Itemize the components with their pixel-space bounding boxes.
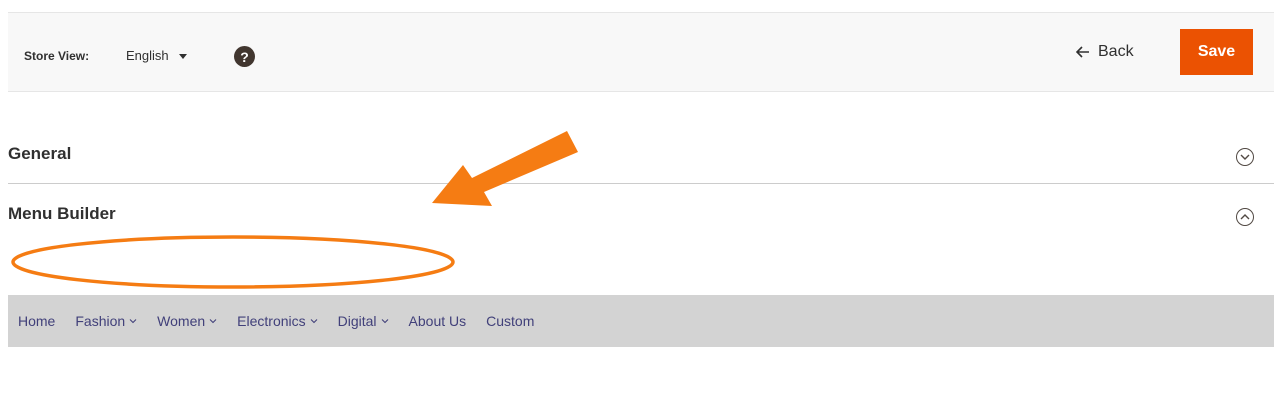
store-view-value: English xyxy=(126,48,169,63)
back-label: Back xyxy=(1098,43,1134,60)
menu-item-label: Women xyxy=(157,313,206,329)
menu-item-label: Home xyxy=(18,313,56,329)
store-view-switcher[interactable]: English xyxy=(126,48,187,63)
section-general-title[interactable]: General xyxy=(8,144,71,164)
menu-item-fashion[interactable]: Fashion xyxy=(75,313,137,329)
annotation-ellipse xyxy=(11,235,455,289)
menu-item-about-us[interactable]: About Us xyxy=(409,313,467,329)
chevron-down-icon xyxy=(129,319,137,324)
question-circle-icon[interactable]: ? xyxy=(234,46,255,67)
section-divider xyxy=(8,183,1274,184)
store-view-label: Store View: xyxy=(24,49,90,63)
arrow-left-icon xyxy=(1076,46,1089,58)
page: Store View: English ? Back Save General … xyxy=(0,0,1282,409)
page-actions-toolbar: Store View: English ? Back Save xyxy=(8,12,1274,92)
menu-item-home[interactable]: Home xyxy=(18,313,55,329)
caret-down-icon xyxy=(178,54,187,59)
chevron-down-icon xyxy=(381,319,388,324)
chevron-down-icon xyxy=(310,319,318,324)
chevron-down-icon xyxy=(209,319,217,324)
menu-item-custom[interactable]: Custom xyxy=(486,313,534,329)
annotation-arrow xyxy=(432,131,578,206)
save-button[interactable]: Save xyxy=(1180,29,1253,75)
menu-item-label: Custom xyxy=(486,313,535,329)
menu-item-label: Electronics xyxy=(237,313,306,329)
menu-item-label: Digital xyxy=(337,313,377,329)
menu-item-electronics[interactable]: Electronics xyxy=(237,313,318,329)
menu-item-label: About Us xyxy=(408,313,467,329)
menu-preview-bar: Home Fashion Women Electronics Digital About … xyxy=(8,295,1274,347)
back-button[interactable]: Back xyxy=(1076,43,1134,61)
chevron-down-circle-icon[interactable] xyxy=(1236,148,1254,166)
menu-item-digital[interactable]: Digital xyxy=(338,313,389,329)
chevron-up-circle-icon[interactable] xyxy=(1236,208,1254,226)
section-menu-builder-title[interactable]: Menu Builder xyxy=(8,204,116,224)
menu-item-women[interactable]: Women xyxy=(157,313,217,329)
menu-item-label: Fashion xyxy=(75,313,126,329)
